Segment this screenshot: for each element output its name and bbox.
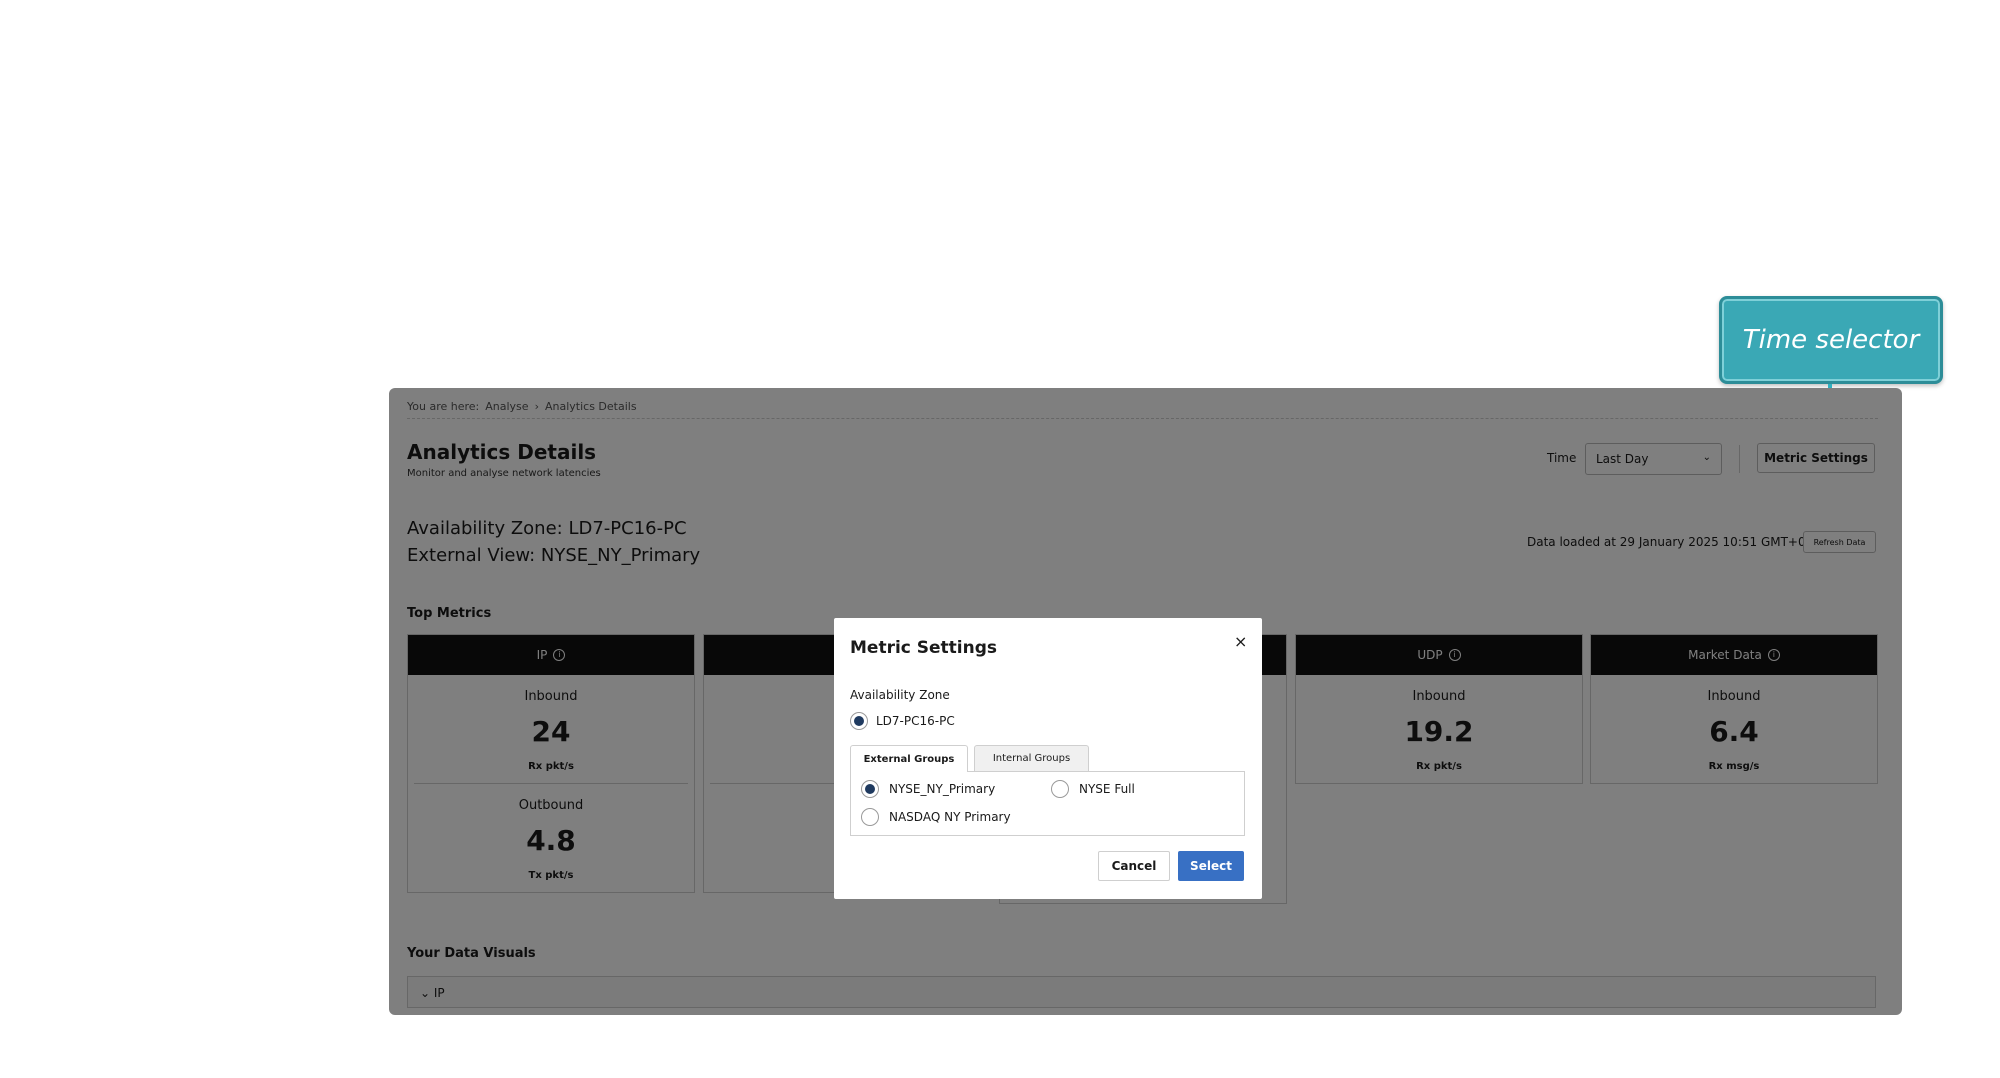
az-option-ld7[interactable]: LD7-PC16-PC (850, 712, 955, 730)
tab-external-groups[interactable]: External Groups (850, 745, 968, 772)
radio-unchecked-icon[interactable] (861, 808, 879, 826)
group-option-nasdaq-ny-primary[interactable]: NASDAQ NY Primary (861, 808, 1011, 826)
analytics-app: You are here:Analyse›Analytics Details A… (389, 388, 1902, 1015)
metric-settings-modal: Metric Settings × Availability Zone LD7-… (834, 618, 1262, 899)
select-button[interactable]: Select (1178, 851, 1244, 881)
app-screenshot-frame: You are here:Analyse›Analytics Details A… (389, 388, 1902, 1015)
group-option-nyse-full[interactable]: NYSE Full (1051, 780, 1135, 798)
radio-unchecked-icon[interactable] (1051, 780, 1069, 798)
availability-zone-heading: Availability Zone (850, 688, 950, 702)
group-option-nyse-ny-primary[interactable]: NYSE_NY_Primary (861, 780, 995, 798)
time-selector-callout: Time selector (1719, 296, 1943, 384)
tab-internal-groups[interactable]: Internal Groups (974, 745, 1089, 771)
cancel-button[interactable]: Cancel (1098, 851, 1170, 881)
radio-checked-icon[interactable] (861, 780, 879, 798)
groups-panel: NYSE_NY_Primary NYSE Full NASDAQ NY Prim… (850, 771, 1245, 836)
group-option-label: NYSE_NY_Primary (889, 782, 996, 796)
radio-checked-icon[interactable] (850, 712, 868, 730)
group-option-label: NYSE Full (1079, 782, 1135, 796)
az-option-label: LD7-PC16-PC (876, 714, 955, 728)
close-icon[interactable]: × (1234, 632, 1247, 651)
callout-text: Time selector (1742, 325, 1920, 355)
modal-title: Metric Settings (850, 638, 998, 658)
group-option-label: NASDAQ NY Primary (889, 810, 1011, 824)
